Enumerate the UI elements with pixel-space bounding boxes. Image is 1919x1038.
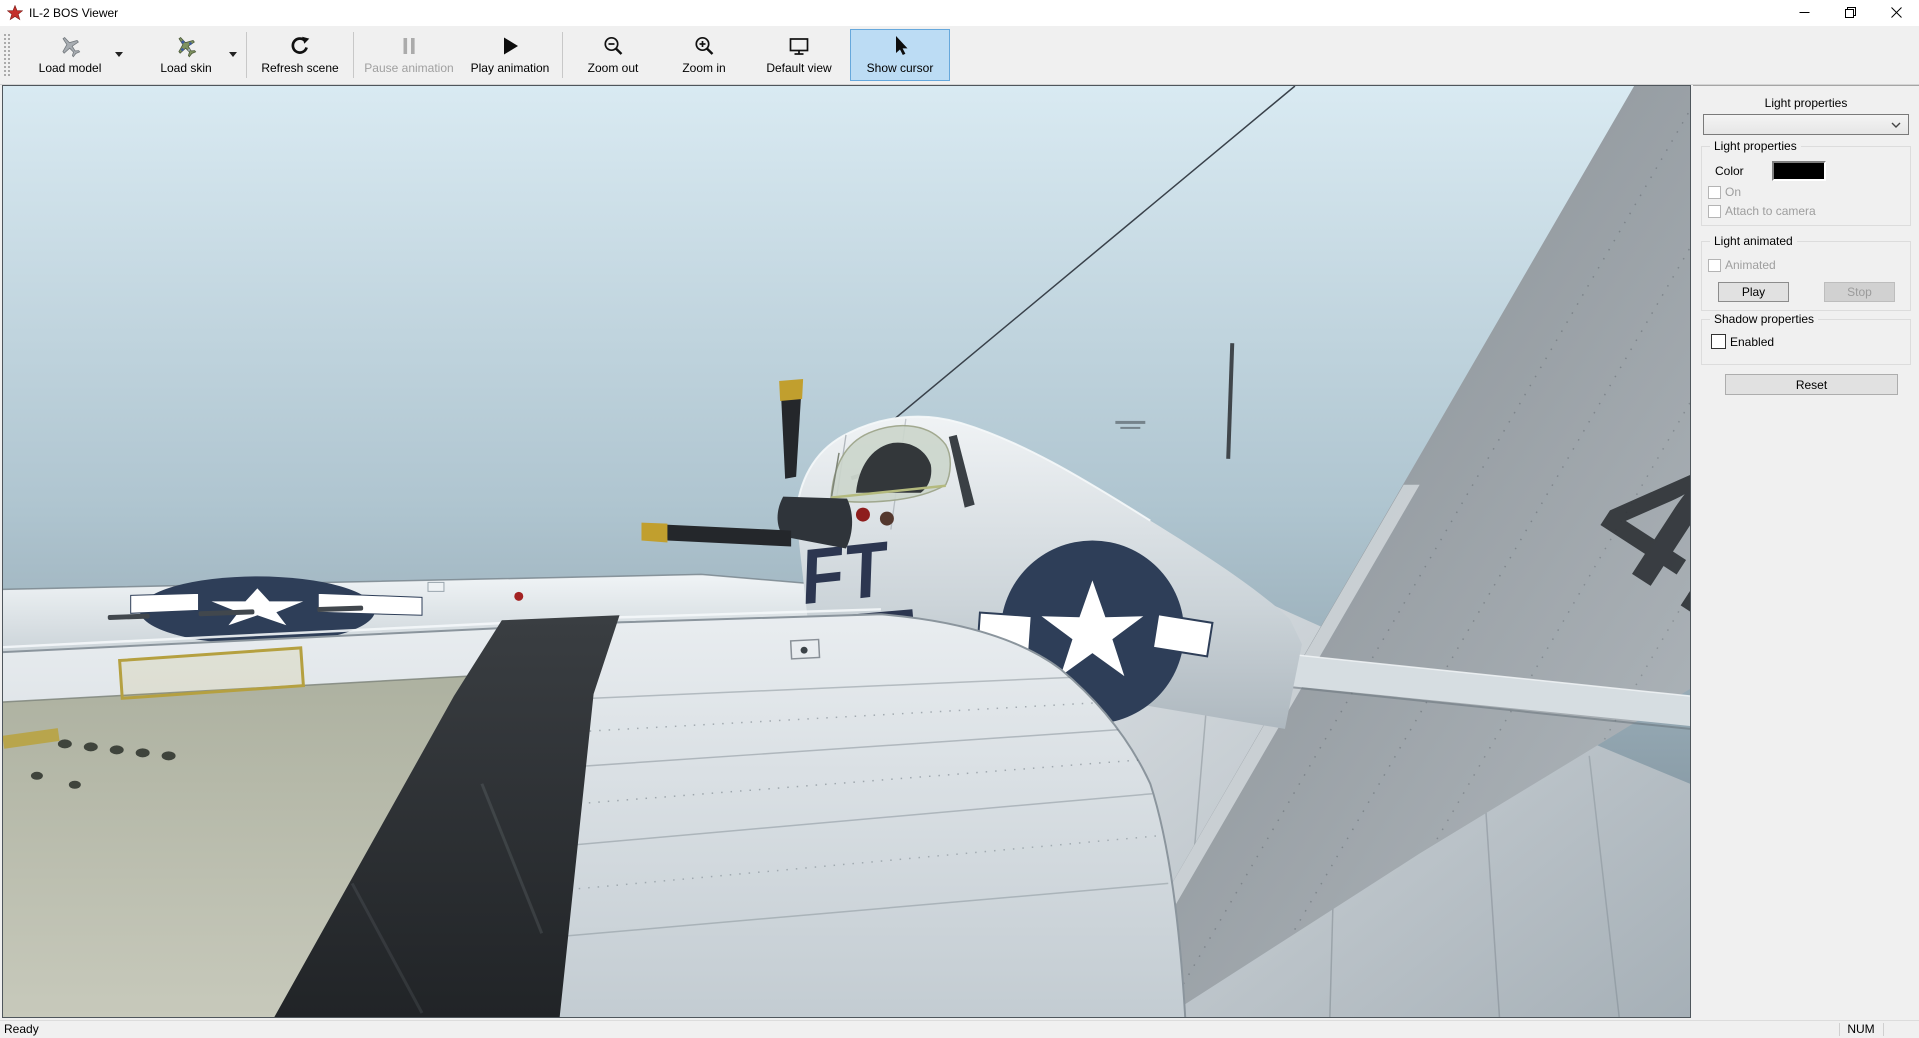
pause-icon <box>397 33 421 59</box>
statusbar: Ready NUM <box>0 1020 1919 1038</box>
restore-button[interactable] <box>1827 0 1873 25</box>
airplane-model-icon <box>57 33 83 59</box>
zoom-in-button[interactable]: Zoom in <box>660 29 748 81</box>
zoom-in-label: Zoom in <box>682 61 725 75</box>
attach-to-camera-label: Attach to camera <box>1725 204 1816 218</box>
light-animated-group: Light animated Animated Play Stop <box>1701 241 1911 311</box>
play-button[interactable]: Play <box>1718 282 1789 302</box>
il2-bos-viewer-window: IL-2 BOS Viewer <box>0 0 1919 1038</box>
zoom-out-label: Zoom out <box>588 61 639 75</box>
restore-icon <box>1845 7 1856 18</box>
refresh-scene-button[interactable]: Refresh scene <box>250 29 350 81</box>
airplane-skin-icon <box>173 33 199 59</box>
toolbar-separator <box>562 32 563 78</box>
light-animated-group-label: Light animated <box>1710 234 1797 248</box>
shadow-properties-group-label: Shadow properties <box>1710 312 1818 326</box>
reset-button[interactable]: Reset <box>1725 374 1898 395</box>
enabled-checkbox-row: Enabled <box>1711 334 1774 349</box>
zoom-out-icon <box>601 33 625 59</box>
animated-checkbox-label: Animated <box>1725 258 1776 272</box>
minimize-button[interactable] <box>1781 0 1827 25</box>
load-model-button[interactable]: Load model <box>11 29 129 81</box>
cursor-icon <box>888 33 912 59</box>
load-skin-dropdown-arrow[interactable] <box>229 52 237 57</box>
light-properties-group-label: Light properties <box>1710 139 1801 153</box>
stop-button[interactable]: Stop <box>1824 282 1895 302</box>
viewport-3d[interactable]: 4P <box>2 85 1691 1018</box>
toolbar-grip[interactable] <box>2 32 11 78</box>
close-icon <box>1891 7 1902 18</box>
default-view-button[interactable]: Default view <box>748 29 850 81</box>
pause-animation-label: Pause animation <box>364 61 453 75</box>
pause-animation-button[interactable]: Pause animation <box>357 29 461 81</box>
main-toolbar: Load model Load skin Refresh scene <box>0 26 1919 85</box>
refresh-scene-label: Refresh scene <box>261 61 338 75</box>
light-selector-dropdown[interactable] <box>1703 114 1909 135</box>
load-skin-label: Load skin <box>160 61 211 75</box>
on-checkbox-label: On <box>1725 185 1741 199</box>
load-skin-button[interactable]: Load skin <box>129 29 243 81</box>
panel-title: Light properties <box>1693 96 1919 110</box>
light-properties-panel: Light properties Light properties Color … <box>1693 85 1919 1019</box>
load-model-label: Load model <box>39 61 102 75</box>
zoom-in-icon <box>692 33 716 59</box>
toolbar-separator <box>246 32 247 78</box>
shadow-enabled-label: Enabled <box>1730 335 1774 349</box>
propeller-tip-yellow <box>779 379 803 401</box>
color-label: Color <box>1715 164 1772 178</box>
attach-to-camera-checkbox[interactable] <box>1708 205 1721 218</box>
num-lock-indicator: NUM <box>1840 1022 1882 1036</box>
aircraft-scene: 4P <box>3 86 1690 1017</box>
on-checkbox[interactable] <box>1708 186 1721 199</box>
statusbar-divider <box>1883 1023 1884 1036</box>
close-button[interactable] <box>1873 0 1919 25</box>
animated-checkbox-row: Animated <box>1708 258 1776 272</box>
chevron-down-icon <box>1891 122 1901 128</box>
shadow-properties-group: Shadow properties Enabled <box>1701 319 1911 365</box>
play-animation-label: Play animation <box>471 61 550 75</box>
propeller-tip-yellow-2 <box>641 523 667 543</box>
status-text: Ready <box>4 1022 39 1036</box>
toolbar-separator <box>353 32 354 78</box>
zoom-out-button[interactable]: Zoom out <box>566 29 660 81</box>
show-cursor-label: Show cursor <box>867 61 934 75</box>
window-title: IL-2 BOS Viewer <box>29 6 118 20</box>
default-view-label: Default view <box>766 61 831 75</box>
shadow-enabled-checkbox[interactable] <box>1711 334 1726 349</box>
red-star-icon <box>7 5 23 21</box>
play-animation-button[interactable]: Play animation <box>461 29 559 81</box>
load-model-dropdown-arrow[interactable] <box>115 52 123 57</box>
on-checkbox-row: On <box>1708 185 1741 199</box>
light-properties-group: Light properties Color On Attach to came… <box>1701 146 1911 226</box>
refresh-icon <box>288 33 312 59</box>
show-cursor-button[interactable]: Show cursor <box>850 29 950 81</box>
titlebar: IL-2 BOS Viewer <box>0 0 1919 27</box>
light-color-swatch[interactable] <box>1772 161 1826 181</box>
attach-to-camera-checkbox-row: Attach to camera <box>1708 204 1816 218</box>
animated-checkbox[interactable] <box>1708 259 1721 272</box>
minimize-icon <box>1799 7 1810 18</box>
monitor-icon <box>787 33 811 59</box>
play-icon <box>498 33 522 59</box>
